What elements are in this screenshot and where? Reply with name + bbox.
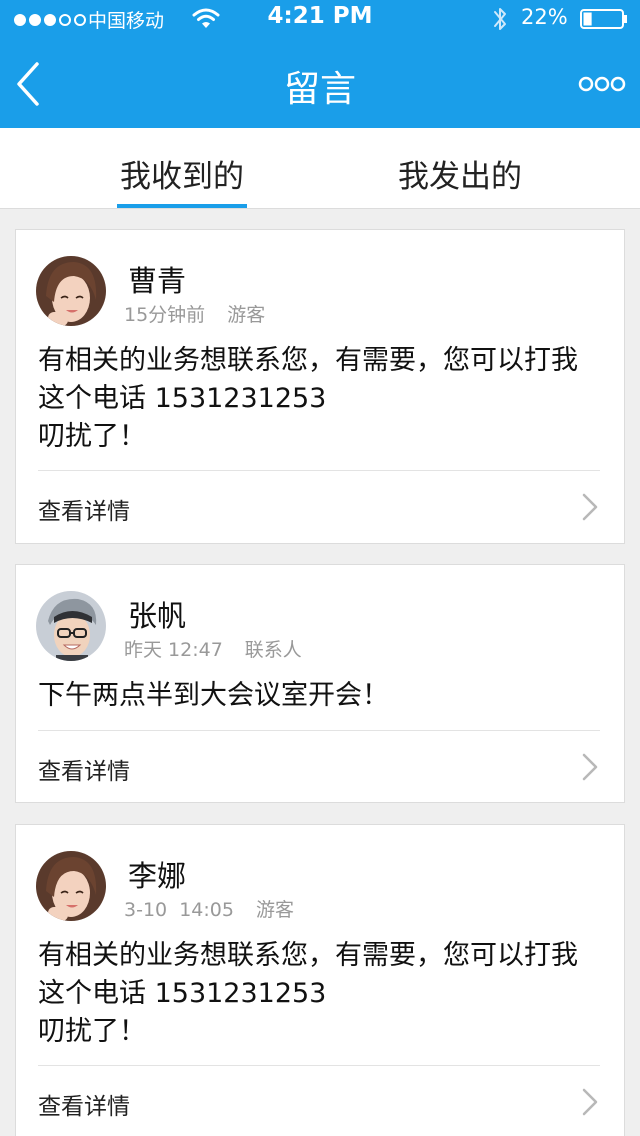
sender-role: 游客 <box>255 899 294 921</box>
message-line: 这个电话 1531231253 <box>38 383 327 414</box>
chevron-right-icon <box>582 753 598 781</box>
message-time: 15分钟前 <box>124 304 206 326</box>
message-meta: 15分钟前 游客 <box>124 300 265 327</box>
battery-percentage: 22% <box>521 5 568 29</box>
message-line: 叨扰了！ <box>38 421 146 452</box>
message-time: 昨天 12:47 <box>124 639 223 661</box>
tab-received[interactable]: 我收到的 <box>22 128 342 208</box>
navigation-bar: 留言 <box>0 40 640 128</box>
sender-name: 李娜 <box>128 859 187 893</box>
message-card: 曹青 15分钟前 游客 有相关的业务想联系您，有需要，您可以打我 这个电话 153… <box>15 229 625 544</box>
status-bar: 中国移动 4:21 PM 22% <box>0 0 640 40</box>
more-dots-icon[interactable] <box>578 74 626 94</box>
message-text: 下午两点半到大会议室开会！ <box>38 677 608 715</box>
message-text: 有相关的业务想联系您，有需要，您可以打我 这个电话 1531231253 叨扰了… <box>38 937 608 1051</box>
page-title: 留言 <box>283 69 356 110</box>
sender-name: 曹青 <box>128 264 187 298</box>
view-details-row[interactable]: 查看详情 <box>16 731 626 803</box>
message-line: 叨扰了！ <box>38 1016 146 1047</box>
avatar <box>36 591 106 661</box>
sender-role: 联系人 <box>244 639 302 661</box>
tab-bar: 我收到的 我发出的 <box>0 128 640 209</box>
message-line: 这个电话 1531231253 <box>38 978 327 1009</box>
message-card: 李娜 3-10 14:05 游客 有相关的业务想联系您，有需要，您可以打我 这个电… <box>15 824 625 1136</box>
avatar <box>36 851 106 921</box>
active-tab-indicator <box>117 204 247 208</box>
message-text: 有相关的业务想联系您，有需要，您可以打我 这个电话 1531231253 叨扰了… <box>38 342 608 456</box>
view-details-row[interactable]: 查看详情 <box>16 1066 626 1136</box>
view-details-row[interactable]: 查看详情 <box>16 471 626 543</box>
tab-sent[interactable]: 我发出的 <box>300 128 620 208</box>
sender-role: 游客 <box>227 304 266 326</box>
avatar <box>36 256 106 326</box>
chevron-right-icon <box>582 1088 598 1116</box>
bluetooth-icon <box>494 8 506 30</box>
battery-icon <box>580 9 627 29</box>
view-details-label: 查看详情 <box>38 759 130 785</box>
tab-sent-label: 我发出的 <box>398 159 522 195</box>
screen: 中国移动 4:21 PM 22% 留言 我收到的 我发出的 曹青 15分钟前 游… <box>0 0 640 1136</box>
message-time: 3-10 14:05 <box>124 899 234 921</box>
sender-name: 张帆 <box>128 599 187 633</box>
message-line: 有相关的业务想联系您，有需要，您可以打我 <box>38 345 578 376</box>
message-card: 张帆 昨天 12:47 联系人 下午两点半到大会议室开会！ 查看详情 <box>15 564 625 803</box>
message-line: 下午两点半到大会议室开会！ <box>38 680 389 711</box>
view-details-label: 查看详情 <box>38 1094 130 1120</box>
message-meta: 3-10 14:05 游客 <box>124 895 294 922</box>
header: 中国移动 4:21 PM 22% 留言 <box>0 0 640 128</box>
message-meta: 昨天 12:47 联系人 <box>124 635 302 662</box>
message-line: 有相关的业务想联系您，有需要，您可以打我 <box>38 940 578 971</box>
chevron-right-icon <box>582 493 598 521</box>
view-details-label: 查看详情 <box>38 499 130 525</box>
